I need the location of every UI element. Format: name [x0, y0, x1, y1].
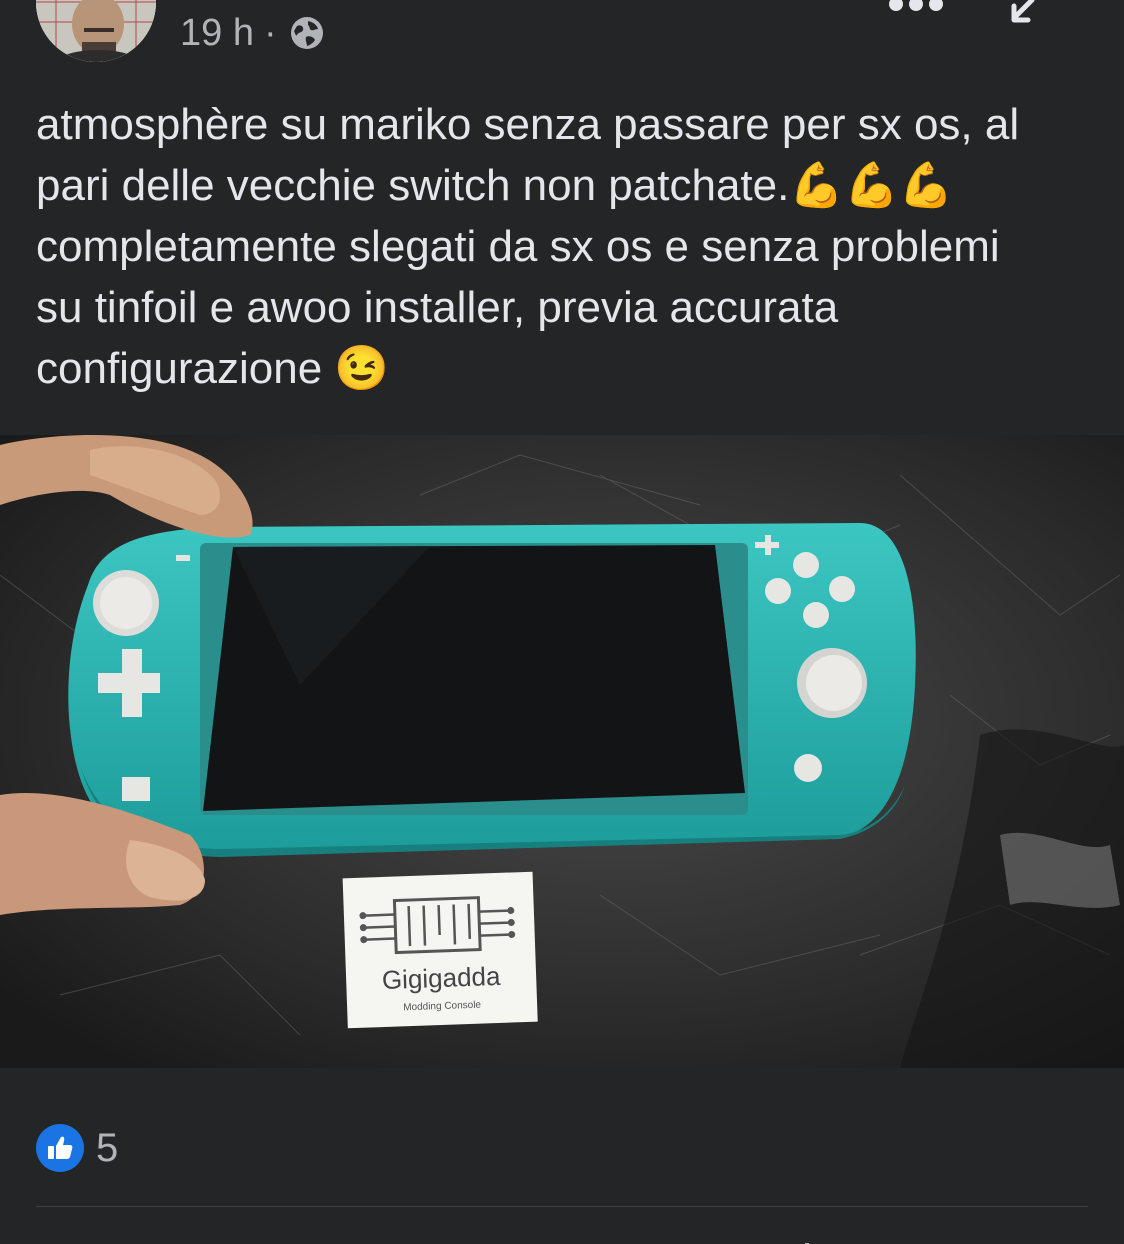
- globe-icon: [290, 17, 323, 49]
- reactions-summary[interactable]: 5: [36, 1124, 118, 1172]
- reaction-count: 5: [96, 1125, 119, 1170]
- post-meta: 19 h ·: [180, 10, 325, 56]
- author-avatar[interactable]: [36, 0, 156, 62]
- avatar-image: [36, 0, 156, 62]
- meta-separator: ·: [263, 12, 277, 54]
- post-photo[interactable]: Gigigadda Modding Console: [0, 435, 1124, 1068]
- post-header: 19 h ·: [0, 0, 1124, 80]
- share-action-icon[interactable]: [800, 1236, 814, 1244]
- collapse-arrow-icon[interactable]: [1006, 0, 1040, 28]
- like-icon: [36, 1124, 84, 1172]
- post-timestamp[interactable]: 19 h: [180, 10, 254, 56]
- post-card: 19 h · atmosphère su mariko senza passar…: [0, 0, 1124, 1244]
- actions-divider: [36, 1206, 1088, 1207]
- console-photo: Gigigadda Modding Console: [0, 435, 1124, 1068]
- post-caption: atmosphère su mariko senza passare per s…: [36, 100, 1020, 393]
- like-action-icon[interactable]: [112, 1236, 126, 1244]
- more-horizontal-icon[interactable]: [886, 0, 946, 16]
- sticker-brand: Gigigadda: [381, 961, 501, 995]
- sticker-label: Gigigadda Modding Console: [342, 871, 538, 1029]
